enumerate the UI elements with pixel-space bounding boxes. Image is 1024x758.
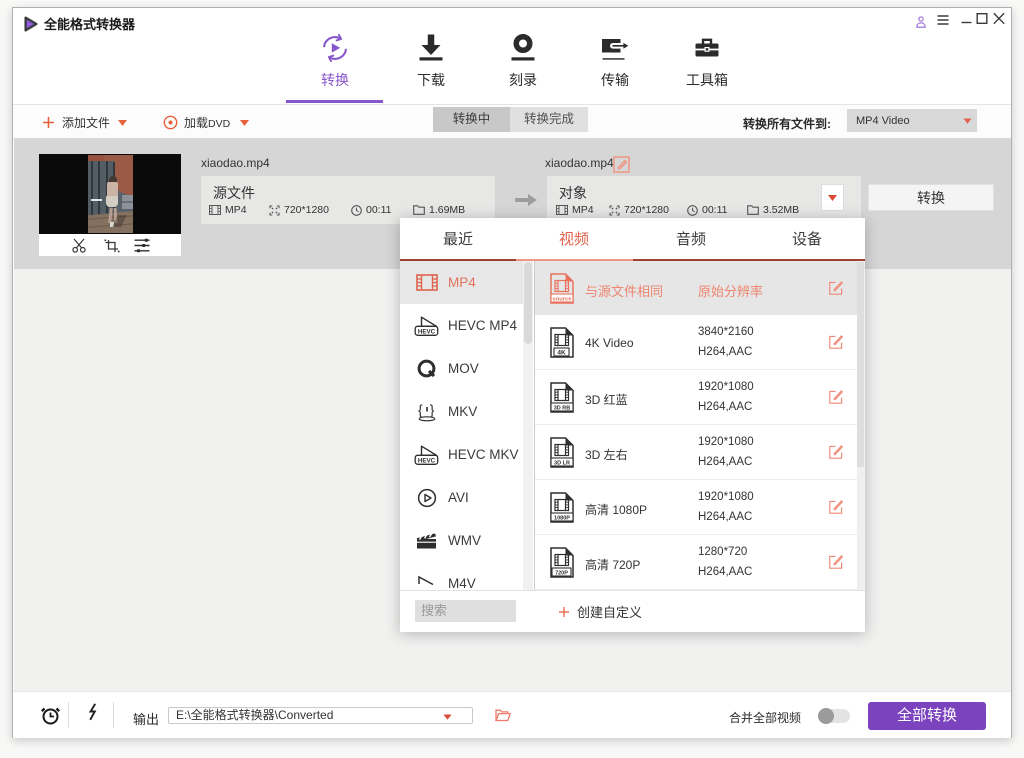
svg-text:1080P: 1080P	[554, 515, 570, 521]
svg-text:HEVC: HEVC	[418, 457, 436, 464]
svg-text:}: }	[430, 402, 435, 418]
svg-text:4K: 4K	[557, 349, 566, 356]
svg-text:3D LR: 3D LR	[554, 460, 570, 466]
svg-text:720P: 720P	[555, 570, 568, 576]
svg-text:HEVC: HEVC	[418, 328, 436, 335]
svg-text:source: source	[552, 296, 572, 302]
svg-text:3D RB: 3D RB	[554, 405, 571, 411]
svg-text:{: {	[418, 402, 423, 418]
